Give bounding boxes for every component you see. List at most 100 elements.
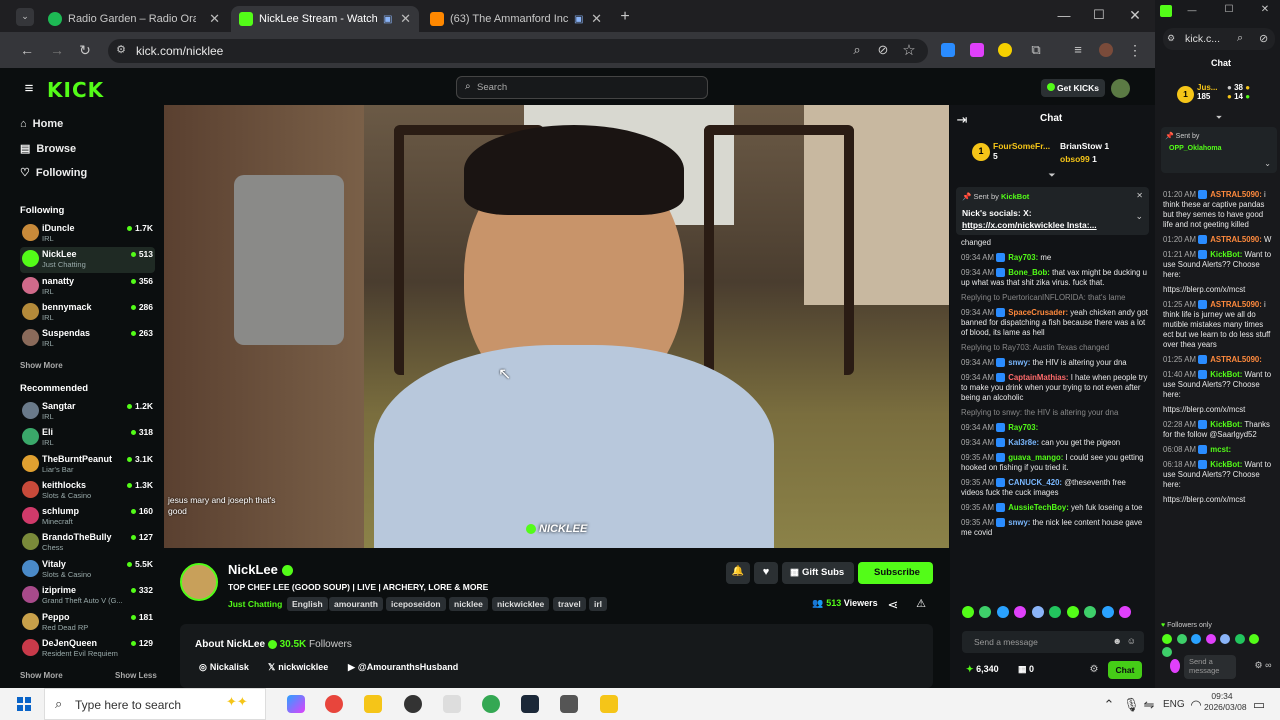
emote-icon[interactable] <box>979 606 992 618</box>
sidebar-channel-keithlocks[interactable]: keithlocks Slots & Casino 1.3K <box>20 478 155 504</box>
popout-top-gifter[interactable]: Jus... 185 <box>1197 83 1217 101</box>
language-indicator[interactable]: ENG <box>1163 699 1185 710</box>
popout-close-icon[interactable]: ✕ <box>1259 4 1271 15</box>
profile-avatar[interactable] <box>1099 43 1113 57</box>
emote-icon[interactable] <box>1249 634 1260 644</box>
tag-nicklee[interactable]: nicklee <box>449 597 488 611</box>
sidebar-channel-peppo[interactable]: Peppo Red Dead RP 181 <box>20 610 155 636</box>
tag-english[interactable]: English <box>287 597 328 611</box>
collapse-chat-icon[interactable]: ⇥ <box>955 112 969 128</box>
sidebar-channel-suspendas[interactable]: Suspendas IRL 263 <box>20 326 155 352</box>
emote-icon[interactable] <box>1084 606 1097 618</box>
minimize-icon[interactable]: — <box>1055 8 1073 23</box>
expand-chevron-icon[interactable]: ⌄ <box>1264 159 1271 168</box>
sidebar-channel-bennymack[interactable]: bennymack IRL 286 <box>20 300 155 326</box>
popout-minimize-icon[interactable]: — <box>1186 5 1198 15</box>
message-username[interactable]: Ray703: <box>1008 253 1038 262</box>
zoom-icon[interactable]: ⌕ <box>848 42 866 58</box>
network-icon[interactable]: ⇋ <box>1143 697 1155 713</box>
message-username[interactable]: KickBot: <box>1210 250 1242 259</box>
site-info-icon[interactable]: ⚙ <box>114 43 128 56</box>
message-username[interactable]: snwy: <box>1008 518 1030 527</box>
tab-search-icon[interactable]: ⌄ <box>16 8 34 26</box>
nav-home[interactable]: ⌂ Home <box>20 118 63 130</box>
emote-icon[interactable] <box>1031 606 1044 618</box>
popout-pinned-message[interactable]: 📌 Sent by OPP_Oklahoma ⌄ <box>1161 127 1277 173</box>
notification-bell-icon[interactable]: 🔔 <box>726 562 750 584</box>
tag-travel[interactable]: travel <box>553 597 586 611</box>
emote-icon[interactable] <box>1220 634 1231 644</box>
message-username[interactable]: AussieTechBoy: <box>1008 503 1069 512</box>
show-less-recommended[interactable]: Show Less <box>115 671 157 680</box>
hamburger-menu-icon[interactable]: ≡ <box>20 80 38 97</box>
sidebar-channel-eli[interactable]: Eli IRL 318 <box>20 425 155 451</box>
message-username[interactable]: ASTRAL5090: <box>1210 300 1262 309</box>
pinned-message[interactable]: 📌 Sent by KickBot Nick's socials: X: htt… <box>956 187 1149 235</box>
top-gifter-2[interactable]: BrianStow 1 <box>1060 141 1109 151</box>
sidebar-channel-brandothebully[interactable]: BrandoTheBully Chess 127 <box>20 530 155 556</box>
gift-counter[interactable]: ▦ 0 <box>1018 664 1034 675</box>
message-username[interactable]: Kal3r8e: <box>1008 438 1039 447</box>
message-username[interactable]: CaptainMathias: <box>1008 373 1068 382</box>
message-username[interactable]: Ray703: <box>1008 423 1038 432</box>
show-more-recommended[interactable]: Show More <box>20 671 63 680</box>
tag-amouranth[interactable]: amouranth <box>329 597 383 611</box>
sidebar-channel-schlump[interactable]: schlump Minecraft 160 <box>20 504 155 530</box>
popout-maximize-icon[interactable]: ☐ <box>1223 4 1235 15</box>
stream-category-link[interactable]: Just Chatting <box>228 599 282 609</box>
social-x[interactable]: 𝕏nickwicklee <box>268 662 328 673</box>
share-icon[interactable]: ⋖ <box>886 597 900 613</box>
reload-icon[interactable]: ↻ <box>76 42 94 59</box>
sidebar-channel-nicklee[interactable]: NickLee Just Chatting 513 <box>20 247 155 273</box>
extension-icon[interactable] <box>970 43 984 57</box>
extensions-puzzle-icon[interactable]: ⧉ <box>1027 42 1045 58</box>
close-icon[interactable]: ✕ <box>591 11 602 27</box>
expand-chevron-icon[interactable]: ⌄ <box>1135 211 1143 222</box>
tag-nickwicklee[interactable]: nickwicklee <box>492 597 550 611</box>
sidebar-channel-sangtar[interactable]: Sangtar IRL 1.2K <box>20 399 155 425</box>
tag-irl[interactable]: irl <box>589 597 608 611</box>
sidebar-channel-vitaly[interactable]: Vitaly Slots & Casino 5.5K <box>20 557 155 583</box>
streamer-name[interactable]: NickLee <box>228 562 293 577</box>
gift-subs-button[interactable]: ▦ Gift Subs <box>782 562 854 584</box>
forward-icon[interactable]: → <box>48 42 66 58</box>
popout-url-bar[interactable]: ⚙ kick.c... ⌕ ⊘ <box>1163 28 1275 50</box>
filter-icon[interactable]: ⏷ <box>1213 113 1225 123</box>
message-username[interactable]: ASTRAL5090: <box>1210 190 1262 199</box>
social-instagram[interactable]: ◎ Nickalisk <box>199 662 249 673</box>
browser-menu-icon[interactable]: ⋮ <box>1128 42 1142 59</box>
emoji-icon[interactable]: ☺ <box>1127 636 1136 646</box>
emote-icon[interactable] <box>1176 634 1187 644</box>
message-username[interactable]: guava_mango: <box>1008 453 1063 462</box>
emote-icon[interactable] <box>1101 606 1114 618</box>
follow-heart-icon[interactable]: ♥ <box>754 562 778 584</box>
video-player[interactable]: jesus mary and joseph that's good NICKLE… <box>164 105 949 548</box>
back-icon[interactable]: ← <box>18 42 36 58</box>
chrome-alt-icon[interactable] <box>482 695 500 713</box>
top-gifter-1[interactable]: FourSomeFr... 5 <box>993 141 1050 161</box>
send-chat-button[interactable]: Chat <box>1108 661 1142 679</box>
message-username[interactable]: mcst: <box>1210 445 1231 454</box>
emote-icon[interactable] <box>1205 634 1216 644</box>
notes-icon[interactable] <box>600 695 618 713</box>
close-icon[interactable]: ✕ <box>209 11 220 27</box>
filter-icon[interactable]: ⏷ <box>1045 170 1059 181</box>
sidebar-channel-iduncle[interactable]: iDuncle IRL 1.7K <box>20 221 155 247</box>
get-kicks-button[interactable]: Get KICKs <box>1041 79 1105 97</box>
copilot-icon[interactable] <box>287 695 305 713</box>
eye-off-icon[interactable]: ⊘ <box>874 42 892 58</box>
url-field[interactable]: kick.com/nicklee <box>108 39 928 63</box>
sidebar-channel-nanatty[interactable]: nanatty IRL 356 <box>20 274 155 300</box>
tag-iceposeidon[interactable]: iceposeidon <box>386 597 446 611</box>
popout-chat-input[interactable]: Send a message <box>1184 655 1236 679</box>
emote-icon[interactable] <box>1119 606 1132 618</box>
tab-ammanford[interactable]: (63) The Ammanford Incide ▣ ✕ <box>422 6 610 32</box>
taskbar-clock[interactable]: 09:34 2026/03/08 <box>1204 691 1247 713</box>
message-username[interactable]: ASTRAL5090: <box>1210 355 1262 364</box>
bookmark-star-icon[interactable]: ☆ <box>900 41 918 59</box>
notification-center-icon[interactable]: ▭ <box>1252 697 1266 713</box>
social-youtube[interactable]: ▶ @AmouranthsHusband <box>348 662 458 673</box>
wifi-icon[interactable]: ◠ <box>1190 697 1202 713</box>
message-username[interactable]: CANUCK_420: <box>1008 478 1062 487</box>
emote-icon[interactable] <box>1191 634 1202 644</box>
